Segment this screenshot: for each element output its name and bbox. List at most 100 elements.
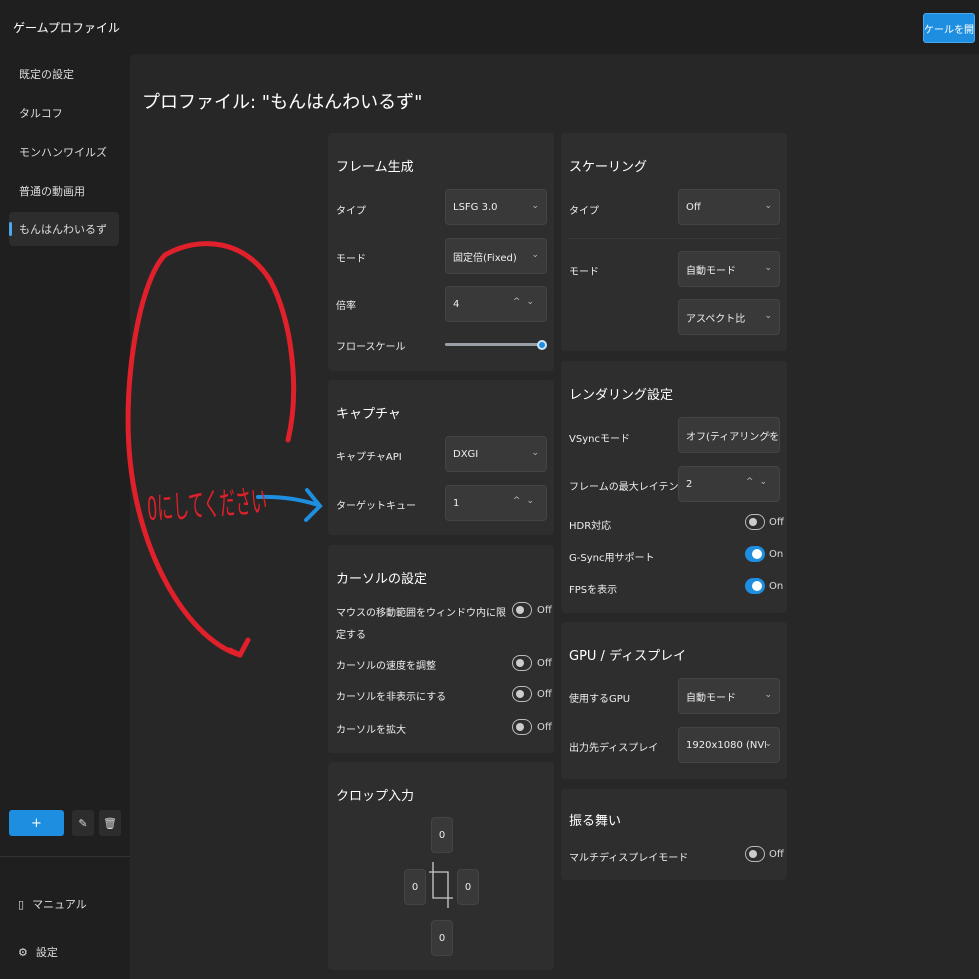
manual-link[interactable]: ▯ マニュアル	[18, 896, 87, 912]
speed-toggle[interactable]	[512, 655, 532, 671]
hdr-state: Off	[769, 517, 784, 528]
fg-mult-value: 4	[453, 298, 460, 310]
settings-label: 設定	[35, 946, 58, 959]
gsync-toggle[interactable]	[745, 546, 765, 562]
chevron-down-icon: ⌄	[531, 201, 539, 211]
vsync-dropdown[interactable]: オフ(ティアリングを許可)⌄	[678, 417, 780, 453]
hide-toggle[interactable]	[512, 686, 532, 702]
flow-scale-thumb[interactable]	[537, 340, 547, 350]
capture-api-label: キャプチャAPI	[336, 452, 402, 463]
capture-title: キャプチャ	[336, 407, 401, 422]
multi-display-state: Off	[769, 849, 784, 860]
frame-generation-title: フレーム生成	[336, 160, 414, 175]
hdr-label: HDR対応	[569, 521, 612, 532]
gpu-title: GPU / ディスプレイ	[569, 649, 687, 664]
delete-icon[interactable]: 🗑	[99, 810, 121, 836]
display-value: 1920x1080 (NVIDIA GeF	[686, 739, 766, 751]
sidebar-item-monhanwairuzu[interactable]: もんはんわいるず	[9, 212, 119, 246]
latency-value: 2	[686, 478, 693, 490]
scaling-mode-value: 自動モード	[686, 265, 736, 277]
display-dropdown[interactable]: 1920x1080 (NVIDIA GeF⌄	[678, 727, 780, 763]
chevron-down-icon: ⌄	[531, 448, 539, 458]
start-scaling-button[interactable]: スケールを開始	[923, 13, 975, 43]
scaling-type-value: Off	[686, 201, 701, 213]
multi-display-label: マルチディスプレイモード	[569, 853, 689, 864]
scaling-type-dropdown[interactable]: Off ⌄	[678, 189, 780, 225]
title-bar: ゲームプロファイル スケールを開始	[0, 0, 979, 54]
fps-toggle[interactable]	[745, 578, 765, 594]
target-queue-value: 1	[453, 497, 460, 509]
page-title: プロファイル: "もんはんわいるず"	[142, 92, 423, 113]
speed-state: Off	[537, 658, 552, 669]
stepper-arrows-icon[interactable]: ^⌄	[746, 477, 773, 487]
flow-scale-track[interactable]	[445, 343, 542, 346]
scaling-separator	[569, 238, 780, 239]
scaling-mode-dropdown[interactable]: 自動モード ⌄	[678, 251, 780, 287]
sidebar-item-tarkov[interactable]: タルコフ	[9, 96, 119, 130]
sidebar-item-default[interactable]: 既定の設定	[9, 57, 119, 91]
zoom-label: カーソルを拡大	[336, 725, 406, 736]
fg-mode-label: モード	[336, 254, 366, 265]
app-title: ゲームプロファイル	[13, 21, 120, 35]
crop-title: クロップ入力	[336, 789, 415, 804]
add-profile-button[interactable]: +	[9, 810, 64, 836]
confine-label-2: 定する	[336, 630, 366, 641]
chevron-down-icon: ⌄	[764, 690, 772, 700]
stepper-arrows-icon[interactable]: ^⌄	[513, 496, 540, 506]
chevron-down-icon: ⌄	[764, 429, 772, 439]
chevron-down-icon: ⌄	[764, 739, 772, 749]
fps-state: On	[769, 581, 784, 592]
display-label: 出力先ディスプレイ	[569, 743, 659, 754]
hdr-toggle[interactable]	[745, 514, 765, 530]
main-content	[130, 54, 979, 979]
fg-mult-stepper[interactable]: 4 ^⌄	[445, 286, 547, 322]
sidebar-item-video[interactable]: 普通の動画用	[9, 174, 119, 208]
crop-right-input[interactable]: 0	[457, 869, 479, 905]
chevron-down-icon: ⌄	[764, 201, 772, 211]
sidebar-item-label: モンハンワイルズ	[19, 146, 107, 159]
fg-mode-dropdown[interactable]: 固定倍(Fixed) ⌄	[445, 238, 547, 274]
latency-stepper[interactable]: 2 ^⌄	[678, 466, 780, 502]
sidebar-item-label: タルコフ	[19, 107, 63, 120]
behavior-card	[561, 789, 787, 880]
chevron-down-icon: ⌄	[531, 250, 539, 260]
crop-top-input[interactable]: 0	[431, 817, 453, 853]
crop-icon	[429, 862, 453, 908]
crop-bottom-input[interactable]: 0	[431, 920, 453, 956]
settings-link[interactable]: ⚙ 設定	[18, 944, 58, 960]
aspect-dropdown[interactable]: アスペクト比 ⌄	[678, 299, 780, 335]
fg-type-label: タイプ	[336, 206, 366, 217]
latency-label: フレームの最大レイテンシ	[569, 482, 689, 493]
target-queue-stepper[interactable]: 1 ^⌄	[445, 485, 547, 521]
hide-label: カーソルを非表示にする	[336, 692, 447, 703]
crop-left-input[interactable]: 0	[404, 869, 426, 905]
gpu-label: 使用するGPU	[569, 694, 631, 705]
sidebar-divider	[0, 856, 130, 857]
hide-state: Off	[537, 689, 552, 700]
confine-state: Off	[537, 605, 552, 616]
gpu-dropdown[interactable]: 自動モード ⌄	[678, 678, 780, 714]
fg-mult-label: 倍率	[336, 301, 356, 312]
scaling-title: スケーリング	[569, 160, 648, 175]
zoom-toggle[interactable]	[512, 719, 532, 735]
confine-toggle[interactable]	[512, 602, 532, 618]
manual-label: マニュアル	[32, 898, 87, 911]
sidebar-item-label: もんはんわいるず	[19, 223, 107, 236]
edit-icon[interactable]: ✎	[72, 810, 94, 836]
fg-type-value: LSFG 3.0	[453, 201, 498, 213]
sidebar-item-label: 既定の設定	[19, 68, 74, 81]
sidebar-item-monhun-wilds[interactable]: モンハンワイルズ	[9, 135, 119, 169]
chevron-down-icon: ⌄	[764, 263, 772, 273]
fg-type-dropdown[interactable]: LSFG 3.0 ⌄	[445, 189, 547, 225]
zoom-state: Off	[537, 722, 552, 733]
multi-display-toggle[interactable]	[745, 846, 765, 862]
confine-label: マウスの移動範囲をウィンドウ内に限	[336, 608, 506, 619]
gear-icon: ⚙	[18, 945, 28, 959]
gsync-label: G-Sync用サポート	[569, 553, 655, 564]
capture-api-dropdown[interactable]: DXGI ⌄	[445, 436, 547, 472]
stepper-arrows-icon[interactable]: ^⌄	[513, 297, 540, 307]
aspect-value: アスペクト比	[686, 313, 746, 325]
scaling-mode-label: モード	[569, 267, 599, 278]
sidebar-item-label: 普通の動画用	[19, 185, 85, 198]
cursor-title: カーソルの設定	[336, 572, 428, 587]
